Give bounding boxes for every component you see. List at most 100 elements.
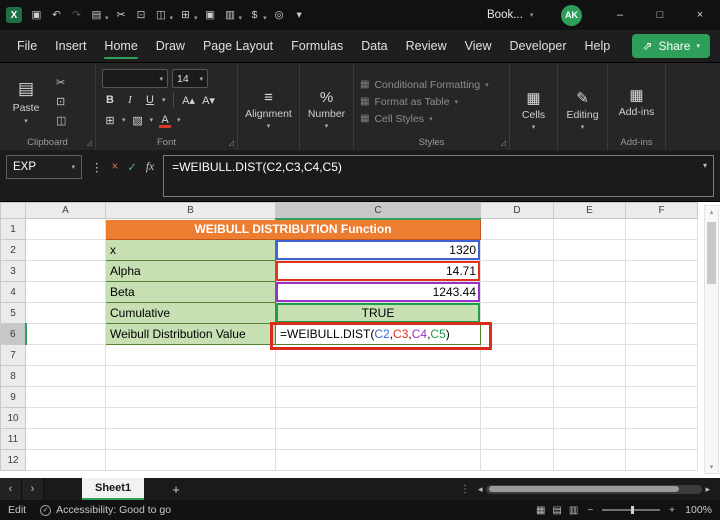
- cell-F7[interactable]: [625, 344, 698, 366]
- cut-icon[interactable]: ✂: [112, 5, 131, 25]
- more-commands-icon[interactable]: ▾: [290, 5, 309, 25]
- cell-B8[interactable]: [105, 365, 276, 387]
- menu-tab-insert[interactable]: Insert: [46, 30, 95, 62]
- view-button-1[interactable]: ▤: [552, 505, 561, 516]
- cell-F11[interactable]: [625, 428, 698, 450]
- close-button[interactable]: ×: [680, 0, 720, 30]
- row-header-7[interactable]: 7: [0, 344, 26, 366]
- chevron-down-icon[interactable]: ▾: [194, 14, 198, 22]
- row-header-3[interactable]: 3: [0, 260, 26, 282]
- number-button[interactable]: % Number ▾: [306, 69, 347, 150]
- font-size-select[interactable]: 14 ▾: [172, 69, 208, 88]
- cell-E12[interactable]: [553, 449, 626, 471]
- cell-D3[interactable]: [480, 260, 554, 282]
- cell-D12[interactable]: [480, 449, 554, 471]
- insert-function-button[interactable]: fx: [146, 161, 154, 173]
- share-button[interactable]: ⇗ Share ▾: [632, 34, 710, 58]
- record-macro-icon[interactable]: ◎: [270, 5, 289, 25]
- menu-tab-developer[interactable]: Developer: [501, 30, 576, 62]
- cell-D11[interactable]: [480, 428, 554, 450]
- name-box[interactable]: EXP ▾: [6, 155, 82, 179]
- font-dialog-launcher-icon[interactable]: ◿: [229, 139, 234, 147]
- cell-A9[interactable]: [25, 386, 106, 408]
- styles-button-conditional-formatting[interactable]: ▦ Conditional Formatting ▾: [360, 79, 489, 91]
- cell-A3[interactable]: [25, 260, 106, 282]
- clipboard-dialog-launcher-icon[interactable]: ◿: [87, 139, 92, 147]
- cell-F1[interactable]: [625, 218, 698, 240]
- cell-E6[interactable]: [553, 323, 626, 345]
- cell-E2[interactable]: [553, 239, 626, 261]
- view-button-0[interactable]: ▦: [536, 505, 545, 516]
- sheet-tab-sheet1[interactable]: Sheet1: [82, 478, 145, 500]
- save-icon[interactable]: ▣: [27, 5, 46, 25]
- maximize-button[interactable]: □: [640, 0, 680, 30]
- cell-B10[interactable]: [105, 407, 276, 429]
- cell-B2[interactable]: x: [105, 239, 276, 261]
- underline-button[interactable]: U: [142, 92, 158, 108]
- cell-F4[interactable]: [625, 281, 698, 303]
- cell-C3[interactable]: 14.71: [275, 260, 481, 282]
- cell-A10[interactable]: [25, 407, 106, 429]
- row-header-8[interactable]: 8: [0, 365, 26, 387]
- cell-D8[interactable]: [480, 365, 554, 387]
- cell-C9[interactable]: [275, 386, 481, 408]
- cell-D4[interactable]: [480, 281, 554, 303]
- cell-B5[interactable]: Cumulative: [105, 302, 276, 324]
- cell-C11[interactable]: [275, 428, 481, 450]
- row-header-1[interactable]: 1: [0, 218, 26, 240]
- row-header-11[interactable]: 11: [0, 428, 26, 450]
- zoom-slider[interactable]: [602, 506, 661, 514]
- minimize-button[interactable]: –: [600, 0, 640, 30]
- decrease-font-size-button[interactable]: A▾: [201, 92, 217, 108]
- row-header-4[interactable]: 4: [0, 281, 26, 303]
- zoom-in-button[interactable]: +: [669, 505, 675, 516]
- cell-F9[interactable]: [625, 386, 698, 408]
- image-icon[interactable]: ▣: [201, 5, 220, 25]
- column-header-A[interactable]: A: [25, 202, 106, 219]
- column-header-D[interactable]: D: [480, 202, 554, 219]
- cell-A12[interactable]: [25, 449, 106, 471]
- cell-E10[interactable]: [553, 407, 626, 429]
- account-avatar[interactable]: AK: [561, 4, 582, 26]
- fill-color-button[interactable]: ▨: [130, 112, 146, 128]
- cell-D2[interactable]: [480, 239, 554, 261]
- zoom-slider-thumb[interactable]: [631, 506, 635, 514]
- cell-D1[interactable]: [480, 218, 554, 240]
- confirm-entry-button[interactable]: ✓: [127, 160, 137, 174]
- add-sheet-button[interactable]: +: [166, 482, 186, 497]
- cell-A5[interactable]: [25, 302, 106, 324]
- chart-icon[interactable]: ▥: [221, 5, 240, 25]
- cell-D5[interactable]: [480, 302, 554, 324]
- cell-A8[interactable]: [25, 365, 106, 387]
- formula-input[interactable]: =WEIBULL.DIST(C2,C3,C4,C5) ▾: [163, 155, 714, 197]
- cell-C12[interactable]: [275, 449, 481, 471]
- cell-A7[interactable]: [25, 344, 106, 366]
- cell-C4[interactable]: 1243.44: [275, 281, 481, 303]
- cell-C6[interactable]: =WEIBULL.DIST(C2,C3,C4,C5): [275, 323, 481, 345]
- menu-tab-data[interactable]: Data: [352, 30, 396, 62]
- menu-tab-formulas[interactable]: Formulas: [282, 30, 352, 62]
- row-header-12[interactable]: 12: [0, 449, 26, 471]
- cell-D7[interactable]: [480, 344, 554, 366]
- paste-button[interactable]: ▤ Paste ▾: [6, 69, 46, 134]
- cell-F5[interactable]: [625, 302, 698, 324]
- cell-D9[interactable]: [480, 386, 554, 408]
- menu-tab-home[interactable]: Home: [95, 30, 146, 62]
- menu-tab-page-layout[interactable]: Page Layout: [194, 30, 282, 62]
- cell-C10[interactable]: [275, 407, 481, 429]
- styles-button-format-as-table[interactable]: ▦ Format as Table ▾: [360, 96, 489, 108]
- view-button-2[interactable]: ▥: [569, 505, 578, 516]
- horizontal-scrollbar[interactable]: ◂ ▸: [478, 484, 720, 495]
- cancel-entry-button[interactable]: ×: [112, 161, 119, 173]
- cell-F3[interactable]: [625, 260, 698, 282]
- cell-E1[interactable]: [553, 218, 626, 240]
- cut-button[interactable]: ✂: [56, 76, 66, 89]
- menu-tab-view[interactable]: View: [456, 30, 501, 62]
- cell-D6[interactable]: [480, 323, 554, 345]
- excel-logo[interactable]: X: [6, 7, 22, 23]
- increase-font-size-button[interactable]: A▴: [181, 92, 197, 108]
- cell-D10[interactable]: [480, 407, 554, 429]
- menu-tab-file[interactable]: File: [8, 30, 46, 62]
- borders-button[interactable]: ⊞: [102, 112, 118, 128]
- cell-A11[interactable]: [25, 428, 106, 450]
